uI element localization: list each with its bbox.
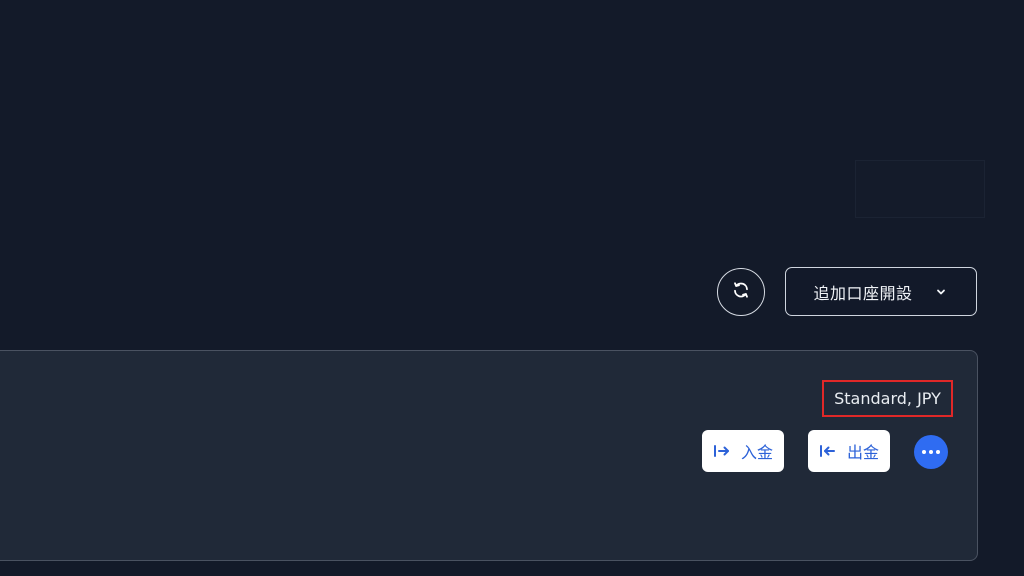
deposit-arrow-icon: [713, 443, 731, 459]
placeholder-panel: [855, 160, 985, 218]
more-dots-icon: [922, 450, 926, 454]
more-dots-icon: [936, 450, 940, 454]
add-account-dropdown[interactable]: 追加口座開設: [785, 267, 977, 316]
withdraw-arrow-icon: [819, 443, 837, 459]
app-stage: 追加口座開設 Standard, JPY 入金 出金: [0, 0, 1024, 576]
deposit-label: 入金: [740, 443, 773, 462]
withdraw-label: 出金: [846, 443, 879, 462]
add-account-label: 追加口座開設: [813, 283, 913, 303]
deposit-button[interactable]: 入金: [702, 430, 784, 472]
more-options-button[interactable]: [914, 435, 948, 469]
withdraw-button[interactable]: 出金: [808, 430, 890, 472]
chevron-down-icon: [933, 284, 949, 300]
refresh-button[interactable]: [717, 268, 765, 316]
account-type-label: Standard, JPY: [822, 380, 953, 417]
refresh-icon: [732, 281, 750, 303]
more-dots-icon: [929, 450, 933, 454]
